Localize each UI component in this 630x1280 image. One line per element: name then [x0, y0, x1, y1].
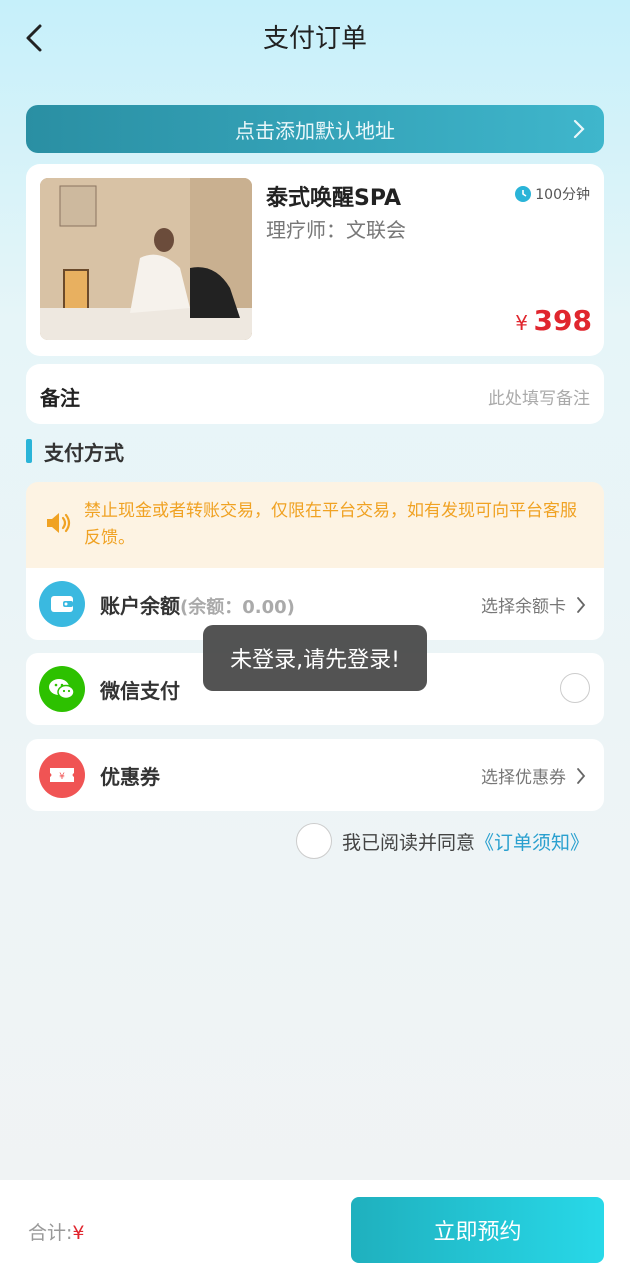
agreement: 我已阅读并同意 《订单须知》 — [296, 823, 589, 859]
clock-icon — [515, 186, 532, 202]
duration-badge: 100分钟 — [515, 184, 590, 204]
remark-field[interactable]: 备注 此处填写备注 — [26, 364, 604, 424]
chevron-right-icon — [577, 596, 586, 613]
balance-label: 账户余额 — [100, 594, 180, 618]
coupon-row[interactable]: ¥ 优惠券 选择优惠券 — [26, 739, 604, 811]
login-toast: 未登录,请先登录! — [203, 625, 427, 691]
book-now-button[interactable]: 立即预约 — [351, 1197, 604, 1263]
remark-placeholder: 此处填写备注 — [488, 389, 590, 409]
add-address-button[interactable]: 点击添加默认地址 — [26, 105, 604, 153]
speaker-icon — [47, 513, 71, 533]
svg-text:¥: ¥ — [59, 772, 65, 782]
chevron-right-icon — [577, 767, 586, 784]
product-image — [40, 178, 252, 340]
price-value: 398 — [533, 304, 592, 337]
product-price: ¥ 398 — [515, 304, 592, 337]
select-coupon-text: 选择优惠券 — [481, 768, 566, 788]
technician-name: 理疗师：文联会 — [266, 218, 406, 242]
coupon-label: 优惠券 — [100, 765, 160, 789]
wechat-icon — [39, 666, 85, 712]
select-balance-text: 选择余额卡 — [481, 597, 566, 617]
wechat-radio[interactable] — [560, 673, 590, 703]
product-name: 泰式唤醒SPA — [266, 186, 401, 211]
balance-label-group: 账户余额(余额：0.00) — [100, 590, 295, 619]
total-text: 合计: — [28, 1222, 73, 1244]
address-label: 点击添加默认地址 — [235, 118, 395, 143]
product-card[interactable]: 泰式唤醒SPA 理疗师：文联会 100分钟 ¥ 398 — [26, 164, 604, 356]
payment-section-title: 支付方式 — [26, 438, 124, 465]
chevron-right-icon — [573, 119, 585, 139]
agreement-text: 我已阅读并同意 — [342, 831, 476, 854]
section-accent-bar — [26, 439, 32, 463]
coupon-icon: ¥ — [39, 752, 85, 798]
select-coupon[interactable]: 选择优惠券 — [481, 763, 586, 788]
price-currency: ¥ — [515, 311, 528, 335]
page-title: 支付订单 — [262, 24, 367, 54]
total-label: 合计:¥ — [28, 1218, 85, 1245]
wechat-label: 微信支付 — [100, 679, 180, 703]
wallet-icon — [39, 581, 85, 627]
remark-label: 备注 — [40, 386, 80, 410]
order-terms-link[interactable]: 《订单须知》 — [475, 828, 589, 855]
notice-text: 禁止现金或者转账交易，仅限在平台交易，如有发现可向平台客服反馈。 — [84, 501, 577, 548]
total-currency: ¥ — [72, 1222, 85, 1244]
duration-text: 100分钟 — [535, 187, 590, 203]
agreement-checkbox[interactable] — [296, 823, 332, 859]
select-balance-card[interactable]: 选择余额卡 — [481, 592, 586, 617]
payment-notice: 禁止现金或者转账交易，仅限在平台交易，如有发现可向平台客服反馈。 — [26, 482, 604, 568]
section-title-text: 支付方式 — [44, 440, 124, 465]
balance-amount: (余额：0.00) — [180, 597, 295, 618]
